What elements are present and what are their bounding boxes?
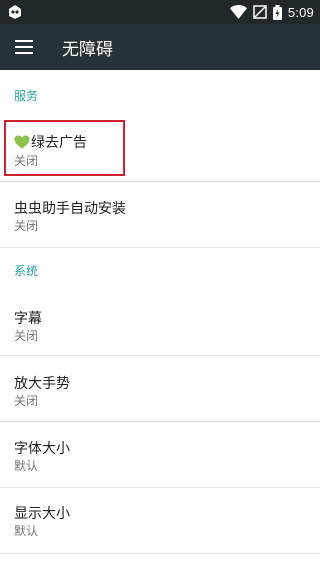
setting-item-title: 字体大小 (14, 441, 70, 457)
setting-item-magnification-gesture[interactable]: 放大手势 关闭 (0, 356, 320, 422)
status-time: 5:09 (287, 4, 314, 20)
battery-icon (272, 4, 282, 20)
setting-item-status: 关闭 (14, 219, 39, 233)
setting-item-title: 显示大小 (14, 506, 70, 522)
divider (0, 553, 320, 554)
hamburger-menu-icon[interactable] (14, 38, 34, 56)
setting-item-auto-install[interactable]: 虫虫助手自动安装 关闭 (0, 182, 320, 248)
app-notification-icon (9, 5, 21, 19)
setting-item-status: 关闭 (14, 394, 39, 408)
divider (0, 247, 320, 248)
section-header-system: 系统 (14, 264, 39, 278)
wifi-icon (229, 5, 247, 19)
page-title: 无障碍 (62, 40, 113, 60)
section-header-services: 服务 (14, 89, 39, 103)
setting-item-font-size[interactable]: 字体大小 默认 (0, 422, 320, 488)
setting-item-status: 关闭 (14, 329, 39, 343)
highlight-annotation-box (4, 120, 125, 176)
no-sim-icon (253, 5, 267, 19)
setting-item-captions[interactable]: 字幕 关闭 (0, 290, 320, 356)
setting-item-title: 放大手势 (14, 376, 70, 392)
setting-item-status: 默认 (14, 524, 39, 538)
status-bar: 5:09 (0, 0, 320, 24)
setting-item-title: 字幕 (14, 311, 42, 327)
app-toolbar: 无障碍 (0, 24, 320, 70)
setting-item-title: 虫虫助手自动安装 (14, 201, 126, 217)
setting-item-display-size[interactable]: 显示大小 默认 (0, 488, 320, 554)
setting-item-status: 默认 (14, 459, 39, 473)
